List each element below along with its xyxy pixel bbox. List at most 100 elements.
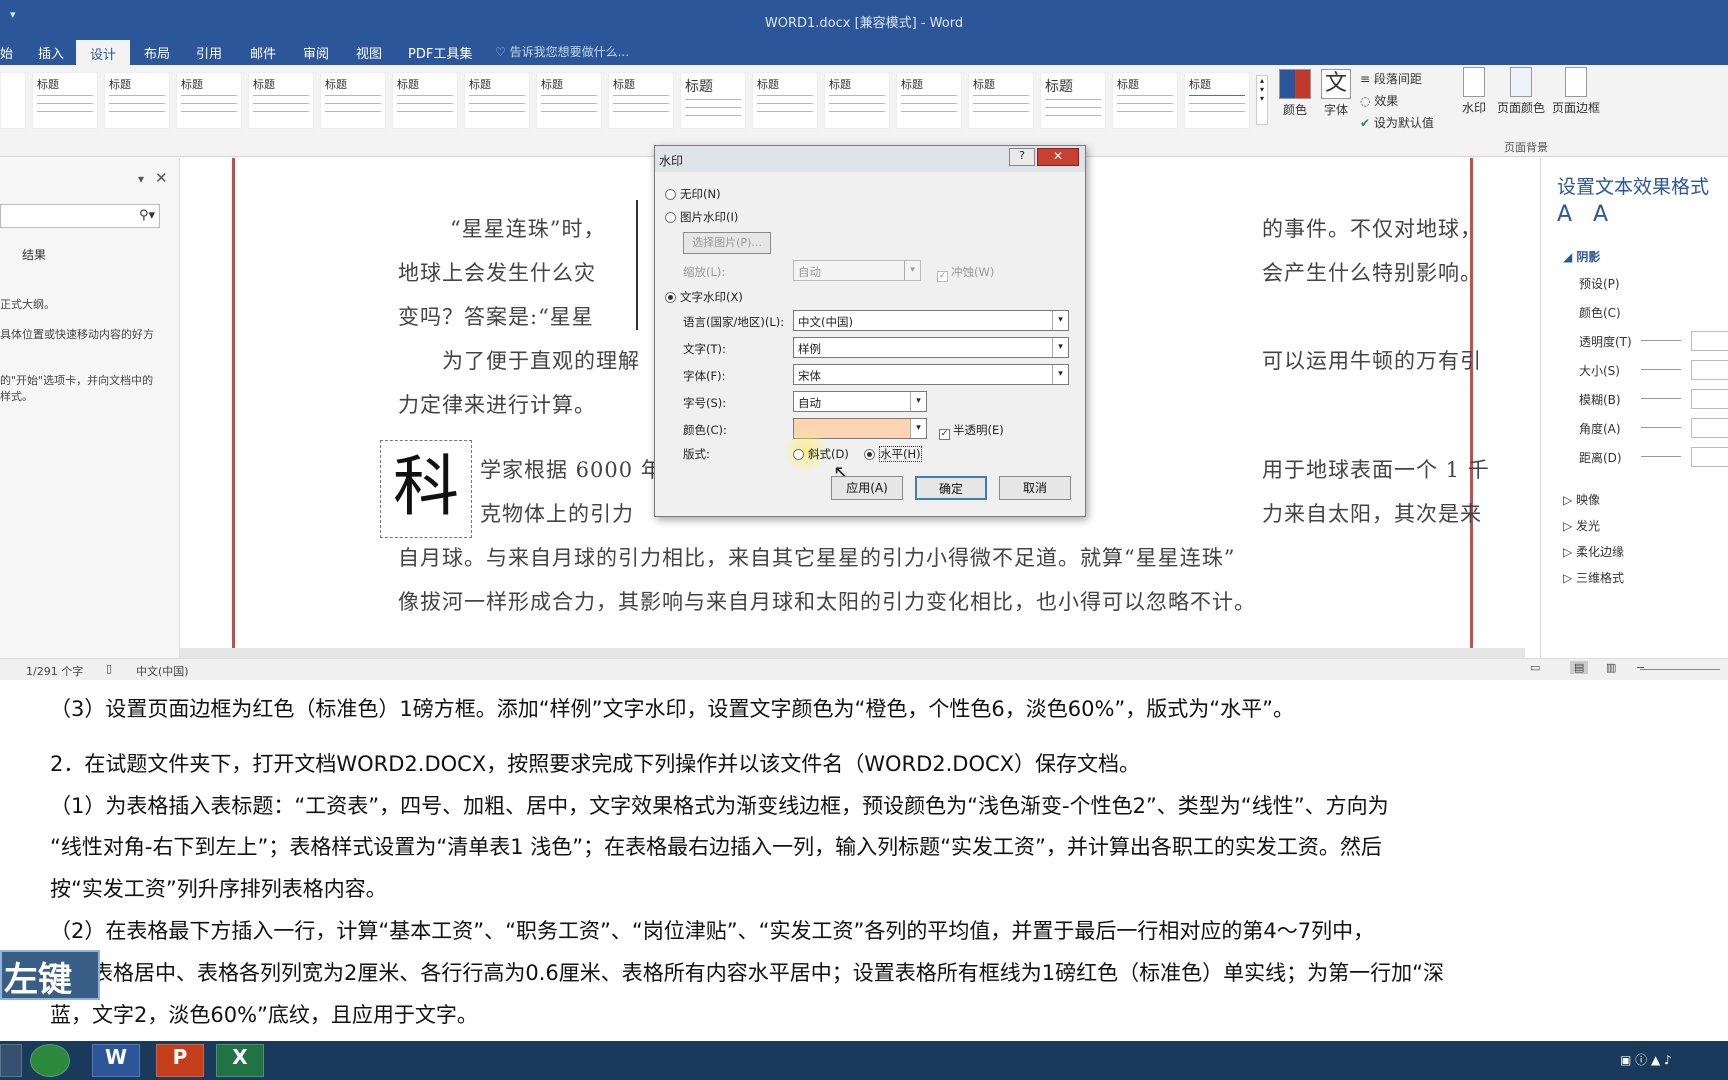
ok-button[interactable]: 确定 [915,476,987,500]
reflection-section[interactable]: ▷ 映像 [1563,491,1600,508]
proofing-icon[interactable]: ▯ [106,662,112,675]
effects-button[interactable]: ◌ 效果 [1360,92,1398,109]
style-thumbnail[interactable]: 标题 [176,72,242,129]
size-combobox[interactable]: 自动 ▾ [793,391,927,412]
powerpoint-app-icon[interactable]: P [156,1044,204,1077]
tab-design[interactable]: 设计 [76,40,131,65]
tab-layout[interactable]: 布局 [144,43,170,62]
zoom-out-icon[interactable]: − [1636,661,1645,674]
page-color-button[interactable]: 页面颜色 [1495,67,1547,116]
semitransparent-checkbox[interactable]: ✓ 半透明(E) [939,422,1004,440]
scale-select[interactable]: 自动 ▾ [793,260,921,281]
tab-references[interactable]: 引用 [196,43,222,62]
instruction-line: 按“实发工资”列升序排列表格内容。 [50,877,387,901]
transparency-slider[interactable] [1641,340,1681,341]
select-picture-button[interactable]: 选择图片(P)... [683,232,771,254]
style-thumbnail[interactable]: 标题 [1112,72,1178,129]
tab-home[interactable]: 始 [0,43,13,62]
style-thumbnail[interactable]: 标题 [536,72,602,129]
gallery-scroll-icon[interactable]: ▴ ▾ ▾ [1256,75,1268,125]
shadow-section[interactable]: ◢ 阴影 [1563,248,1600,265]
tell-me-box[interactable]: ♡ 告诉我您想要做什么... [495,43,629,60]
navigation-pane: ▾ ✕ ⚲▾ 结果 正式大纲。 具体位置或快速移动内容的好方 的"开始"选项卡，… [0,158,180,658]
nav-hint-text: 的"开始"选项卡，并向文档中的 [0,374,154,387]
drop-cap[interactable]: 科 [380,440,472,538]
transparency-input[interactable] [1691,331,1728,351]
browser-icon[interactable] [30,1044,70,1077]
font-select[interactable]: 宋体 ▾ [793,364,1069,385]
close-icon[interactable]: ✕ [1037,148,1079,166]
language-select[interactable]: 中文(中国) ▾ [793,310,1069,331]
blur-input[interactable] [1691,389,1728,409]
no-watermark-radio[interactable]: 无印(N) [665,186,721,202]
excel-app-icon[interactable]: X [216,1044,264,1077]
chevron-down-icon: ▾ [1052,311,1068,330]
style-thumbnail[interactable]: 标题 [32,72,98,129]
size-label: 大小(S) [1579,364,1620,378]
start-button[interactable] [0,1044,22,1077]
washout-checkbox[interactable]: ✓ 冲蚀(W) [937,264,994,282]
style-thumbnail[interactable]: 标题 [752,72,818,129]
watermark-button[interactable]: 水印 [1456,67,1492,116]
read-mode-icon[interactable]: ▭ [1530,661,1540,674]
close-icon[interactable]: ✕ [155,169,168,187]
style-thumbnail[interactable]: 标题 [464,72,530,129]
search-icon[interactable]: ⚲▾ [139,208,155,223]
style-thumbnail[interactable]: 标题 [248,72,314,129]
size-slider[interactable] [1641,369,1681,370]
horizontal-radio[interactable]: 水平(H) [864,446,922,462]
page-borders-button[interactable]: 页面边框 [1550,67,1602,116]
language-indicator[interactable]: 中文(中国) [136,663,189,679]
pane-options-icon[interactable]: ▾ [138,172,144,186]
apply-button[interactable]: 应用(A) [831,476,903,500]
help-icon[interactable]: ? [1009,148,1035,166]
tab-insert[interactable]: 插入 [38,43,64,62]
theme-fonts-button[interactable]: 文 字体 [1316,69,1356,118]
style-thumbnail[interactable]: 标题 [608,72,674,129]
picture-watermark-radio[interactable]: 图片水印(I) [665,209,738,225]
style-thumbnail[interactable]: 标题 [1040,72,1106,129]
spacing-icon: ≡ [1360,72,1374,86]
text-watermark-radio[interactable]: 文字水印(X) [665,289,743,305]
style-thumbnail[interactable]: 标题 [680,72,746,129]
ribbon-design: 标题 标题 标题 标题 标题 标题 标题 标题 标题 标题 标题 标题 标题 标… [0,65,1728,157]
tab-pdf-tools[interactable]: PDF工具集 [408,43,472,62]
glow-section[interactable]: ▷ 发光 [1563,517,1600,534]
print-layout-icon[interactable]: ▤ [1570,661,1589,674]
results-tab[interactable]: 结果 [22,246,46,263]
style-thumbnail[interactable]: 标题 [104,72,170,129]
style-thumbnail[interactable]: 标题 [1184,72,1250,129]
web-layout-icon[interactable]: ▥ [1606,661,1616,674]
3d-format-section[interactable]: ▷ 三维格式 [1563,569,1624,586]
soft-edges-section[interactable]: ▷ 柔化边缘 [1563,543,1624,560]
tab-view[interactable]: 视图 [356,43,382,62]
paragraph-spacing-button[interactable]: ≡ 段落间距 [1360,70,1422,87]
theme-colors-button[interactable]: 颜色 [1274,69,1316,118]
set-default-button[interactable]: ✔ 设为默认值 [1360,114,1434,131]
tray-icons[interactable]: ▣ ⓘ ▲ ♪ [1620,1051,1672,1068]
distance-input[interactable] [1691,447,1728,467]
text-combobox[interactable]: 样例 ▾ [793,337,1069,358]
tab-mailings[interactable]: 邮件 [250,43,276,62]
angle-input[interactable] [1691,418,1728,438]
angle-slider[interactable] [1641,427,1681,428]
distance-slider[interactable] [1641,456,1681,457]
style-thumbnail[interactable]: 标题 [320,72,386,129]
cancel-button[interactable]: 取消 [999,476,1071,500]
style-thumbnail[interactable]: 标题 [896,72,962,129]
text-outline-icon[interactable]: A [1593,202,1608,227]
word-count[interactable]: 1/291 个字 [26,663,83,679]
text-fill-icon[interactable]: A [1557,202,1572,227]
size-input[interactable] [1691,360,1728,380]
style-thumbnail[interactable]: 标题 [968,72,1034,129]
doc-text: 像拔河一样形成合力，其影响与来自月球和太阳的引力变化相比，也小得可以忽略不计。 [398,590,1256,614]
style-thumbnail[interactable] [0,72,26,129]
search-input[interactable]: ⚲▾ [0,204,160,228]
word-app-icon[interactable]: W [92,1044,140,1077]
instruction-line: （1）为表格插入表标题：“工资表”，四号、加粗、居中，文字效果格式为渐变线边框，… [50,794,1389,818]
zoom-slider[interactable] [1640,669,1720,670]
blur-slider[interactable] [1641,398,1681,399]
tab-review[interactable]: 审阅 [303,43,329,62]
style-thumbnail[interactable]: 标题 [392,72,458,129]
style-thumbnail[interactable]: 标题 [824,72,890,129]
